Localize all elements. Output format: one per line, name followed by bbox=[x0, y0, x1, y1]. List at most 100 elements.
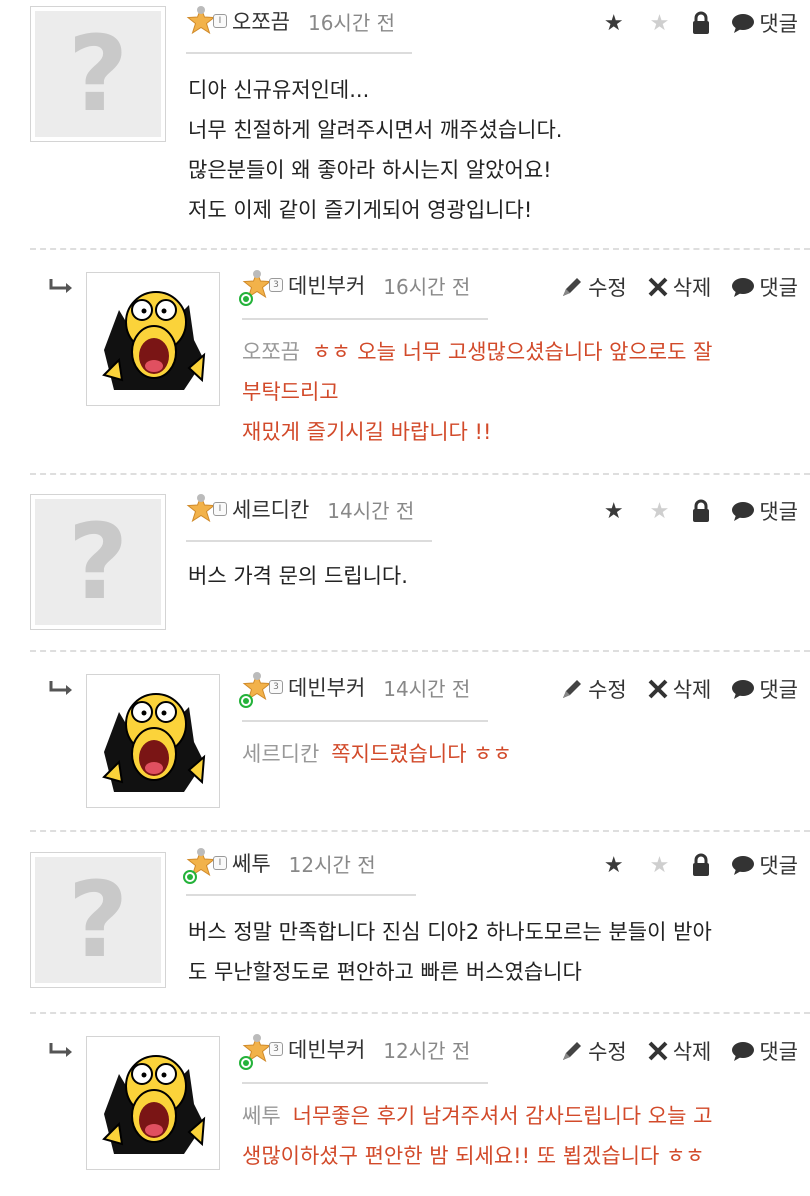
reply-button[interactable]: 댓글 bbox=[731, 674, 798, 704]
reply-label: 댓글 bbox=[759, 1040, 798, 1064]
reply-button[interactable]: 댓글 bbox=[731, 8, 798, 38]
delete-button[interactable]: 삭제 bbox=[647, 1036, 712, 1066]
reply-button[interactable]: 댓글 bbox=[731, 496, 798, 526]
reply-label: 댓글 bbox=[759, 276, 798, 300]
timestamp: 14시간 전 bbox=[383, 676, 471, 701]
reply-3: 3 데빈부커 12시간 전 수정 삭제 댓글 쎄투 너무좋은 후기 남겨주셔서 감… bbox=[0, 1014, 810, 1196]
speech-bubble-icon bbox=[732, 680, 755, 699]
reply-label: 댓글 bbox=[759, 12, 798, 36]
x-icon bbox=[648, 277, 668, 297]
delete-button[interactable]: 삭제 bbox=[647, 272, 712, 302]
speech-bubble-icon bbox=[732, 502, 755, 521]
author-nick[interactable]: 데빈부커 bbox=[288, 1034, 365, 1064]
meta-divider bbox=[186, 52, 412, 54]
question-mark-avatar: ? bbox=[35, 857, 161, 983]
level-number: I bbox=[213, 14, 227, 28]
homer-avatar bbox=[91, 277, 215, 401]
level-badge-icon: I bbox=[186, 6, 227, 36]
online-status-icon bbox=[239, 292, 253, 306]
avatar[interactable]: ? bbox=[30, 852, 166, 988]
timestamp: 16시간 전 bbox=[307, 10, 395, 35]
mention[interactable]: 오쪼끔 bbox=[242, 340, 300, 364]
reply-button[interactable]: 댓글 bbox=[731, 272, 798, 302]
reply-button[interactable]: 댓글 bbox=[731, 1036, 798, 1066]
level-badge-icon: 3 bbox=[239, 270, 283, 306]
speech-bubble-icon bbox=[732, 856, 755, 875]
timestamp: 16시간 전 bbox=[383, 274, 471, 299]
reply-1: 3 데빈부커 16시간 전 수정 삭제 댓글 오쪼끔 ㅎㅎ 오늘 너무 고생많으셨… bbox=[0, 250, 810, 470]
edit-button[interactable]: 수정 bbox=[560, 674, 627, 704]
reply-button[interactable]: 댓글 bbox=[731, 850, 798, 880]
pencil-icon bbox=[563, 680, 582, 698]
reply-label: 댓글 bbox=[759, 500, 798, 524]
lock-icon[interactable] bbox=[691, 499, 715, 523]
mention[interactable]: 세르디칸 bbox=[242, 742, 319, 766]
lock-icon[interactable] bbox=[691, 853, 715, 877]
author-nick[interactable]: 데빈부커 bbox=[288, 270, 365, 300]
edit-button[interactable]: 수정 bbox=[560, 1036, 627, 1066]
level-badge-icon: I bbox=[183, 848, 227, 884]
edit-button[interactable]: 수정 bbox=[560, 272, 627, 302]
delete-label: 삭제 bbox=[672, 276, 712, 300]
pencil-icon bbox=[563, 278, 582, 296]
author-nick[interactable]: 세르디칸 bbox=[232, 494, 309, 524]
star-icon[interactable]: ★ bbox=[604, 499, 624, 524]
comment-separator bbox=[30, 473, 810, 475]
author-nick[interactable]: 오쪼끔 bbox=[232, 6, 290, 36]
level-badge-icon: 3 bbox=[239, 672, 283, 708]
star-icon[interactable]: ★ bbox=[650, 853, 670, 878]
star-icon[interactable]: ★ bbox=[650, 11, 670, 36]
timestamp: 12시간 전 bbox=[288, 852, 376, 877]
meta-divider bbox=[186, 894, 416, 896]
edit-label: 수정 bbox=[588, 1040, 627, 1064]
homer-avatar bbox=[91, 1041, 215, 1165]
avatar[interactable]: ? bbox=[30, 6, 166, 142]
level-number: I bbox=[213, 856, 227, 870]
delete-label: 삭제 bbox=[672, 1040, 712, 1064]
online-status-icon bbox=[239, 1056, 253, 1070]
pencil-icon bbox=[563, 1042, 582, 1060]
meta-divider bbox=[242, 1082, 488, 1084]
delete-button[interactable]: 삭제 bbox=[647, 674, 712, 704]
reply-label: 댓글 bbox=[759, 854, 798, 878]
comment-3: ? I 쎄투 12시간 전 ★ ★ 댓글 버스 정말 만족합니다 진심 디아2 … bbox=[0, 846, 810, 1006]
delete-label: 삭제 bbox=[672, 678, 712, 702]
level-number: I bbox=[213, 502, 227, 516]
comment-body: 버스 정말 만족합니다 진심 디아2 하나도모르는 분들이 받아 도 무난할정도… bbox=[188, 920, 712, 984]
meta-divider bbox=[186, 540, 432, 542]
x-icon bbox=[648, 1041, 668, 1061]
reply-body: 오쪼끔 ㅎㅎ 오늘 너무 고생많으셨습니다 앞으로도 잘 부탁드리고 재밌게 즐기… bbox=[242, 340, 713, 444]
meta-divider bbox=[242, 318, 488, 320]
level-number: 3 bbox=[269, 680, 283, 694]
online-status-icon bbox=[183, 870, 197, 884]
level-number: 3 bbox=[269, 278, 283, 292]
reply-arrow-icon bbox=[48, 278, 74, 300]
speech-bubble-icon bbox=[732, 14, 755, 33]
star-icon[interactable]: ★ bbox=[604, 11, 624, 36]
star-icon[interactable]: ★ bbox=[604, 853, 624, 878]
speech-bubble-icon bbox=[732, 1042, 755, 1061]
avatar[interactable]: ? bbox=[30, 494, 166, 630]
timestamp: 14시간 전 bbox=[327, 498, 415, 523]
author-nick[interactable]: 데빈부커 bbox=[288, 672, 365, 702]
author-nick[interactable]: 쎄투 bbox=[232, 848, 271, 878]
comment-2: ? I 세르디칸 14시간 전 ★ ★ 댓글 버스 가격 문의 드립니다. bbox=[0, 492, 810, 642]
x-icon bbox=[648, 679, 668, 699]
level-badge-icon: I bbox=[186, 494, 227, 524]
comment-separator bbox=[30, 830, 810, 832]
avatar[interactable] bbox=[86, 1036, 220, 1170]
star-icon[interactable]: ★ bbox=[650, 499, 670, 524]
meta-divider bbox=[242, 720, 488, 722]
avatar[interactable] bbox=[86, 674, 220, 808]
edit-label: 수정 bbox=[588, 276, 627, 300]
reply-body: 세르디칸 쪽지드렸습니다 ㅎㅎ bbox=[242, 742, 512, 766]
level-number: 3 bbox=[269, 1042, 283, 1056]
avatar[interactable] bbox=[86, 272, 220, 406]
question-mark-avatar: ? bbox=[35, 499, 161, 625]
lock-icon[interactable] bbox=[691, 11, 715, 35]
homer-avatar bbox=[91, 679, 215, 803]
speech-bubble-icon bbox=[732, 278, 755, 297]
comment-body: 버스 가격 문의 드립니다. bbox=[188, 564, 408, 588]
timestamp: 12시간 전 bbox=[383, 1038, 471, 1063]
mention[interactable]: 쎄투 bbox=[242, 1104, 281, 1128]
